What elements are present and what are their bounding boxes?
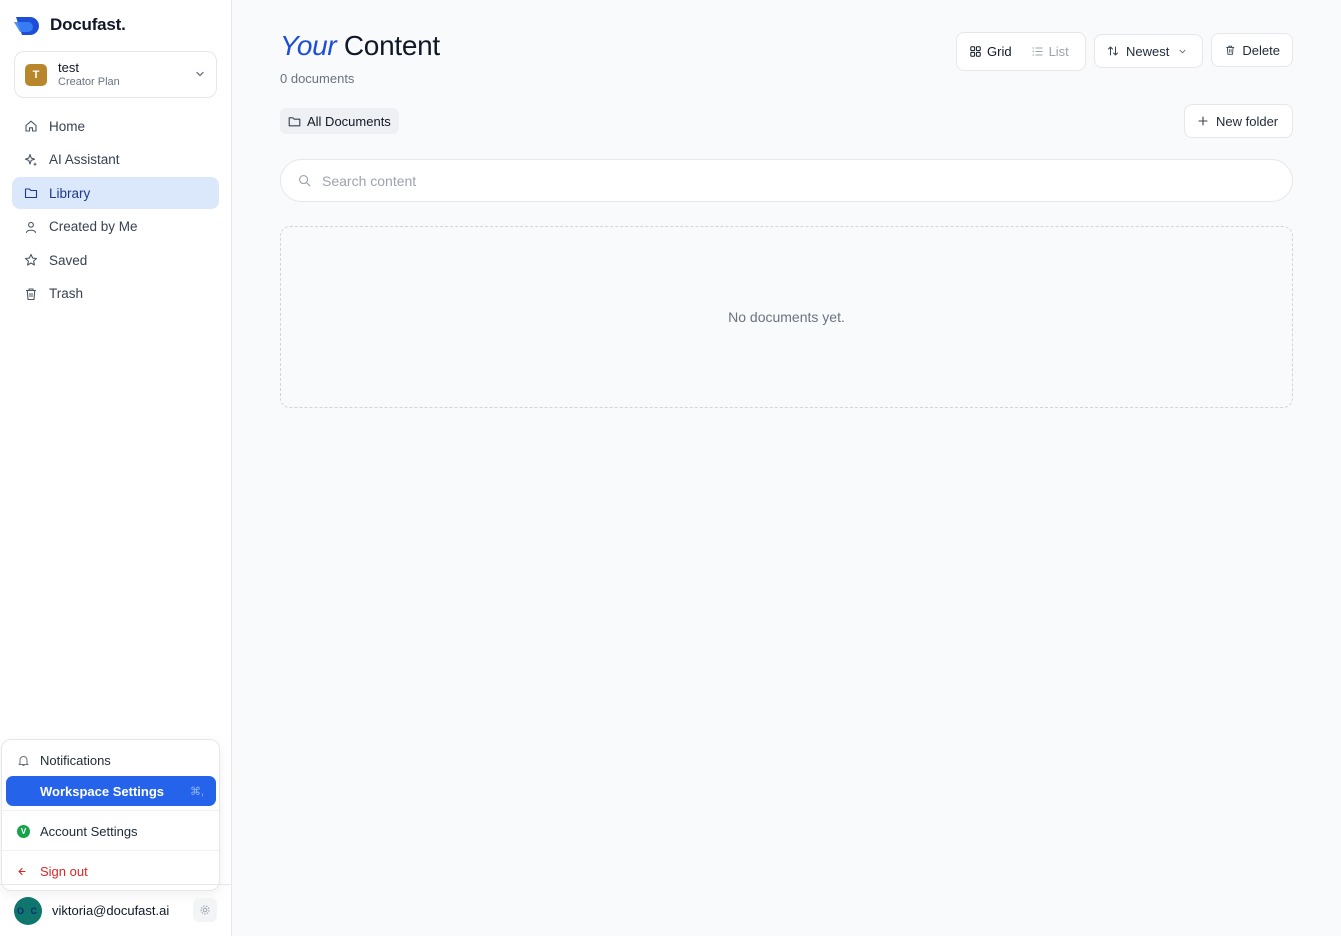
page-title: Your Content xyxy=(280,30,440,62)
sidebar-item-label: Created by Me xyxy=(49,219,138,235)
sidebar-item-home[interactable]: Home xyxy=(12,110,219,142)
sidebar-nav: Home AI Assistant Library Created by Me xyxy=(12,110,219,312)
gear-icon xyxy=(200,905,210,915)
avatar: O C xyxy=(14,896,42,925)
user-menu-popup: Notifications Workspace Settings ⌘, V Ac… xyxy=(1,739,220,891)
menu-item-workspace-settings[interactable]: Workspace Settings ⌘, xyxy=(6,776,216,806)
workspace-name: test xyxy=(58,59,79,75)
menu-item-sign-out[interactable]: Sign out xyxy=(6,856,216,886)
grid-view-button[interactable]: Grid xyxy=(962,38,1020,65)
sidebar-item-created-by-me[interactable]: Created by Me xyxy=(12,211,219,243)
folder-icon xyxy=(24,188,38,199)
chevron-down-icon xyxy=(1179,49,1186,54)
menu-item-label: Workspace Settings xyxy=(40,783,165,799)
view-toggle: Grid List xyxy=(956,32,1086,71)
sort-label: Newest xyxy=(1126,43,1170,59)
sidebar-item-library[interactable]: Library xyxy=(12,177,219,210)
menu-divider xyxy=(2,850,219,851)
menu-item-label: Account Settings xyxy=(40,823,138,839)
search-input[interactable] xyxy=(322,172,1222,189)
folder-chip-label: All Documents xyxy=(307,113,391,129)
sidebar: Docufast. T test Creator Plan Home AI As… xyxy=(0,0,232,936)
empty-state: No documents yet. xyxy=(280,226,1293,408)
sign-out-icon xyxy=(18,867,26,875)
search-bar xyxy=(280,159,1293,202)
workspace-avatar: T xyxy=(25,63,47,86)
docufast-logo-icon xyxy=(14,17,39,35)
list-view-label: List xyxy=(1048,44,1069,59)
workspace-switcher[interactable]: T test Creator Plan xyxy=(14,51,217,98)
home-icon xyxy=(25,120,37,132)
plus-icon xyxy=(1198,116,1208,126)
sidebar-item-label: Saved xyxy=(49,252,88,268)
trash-icon xyxy=(1226,45,1235,55)
keyboard-shortcut: ⌘, xyxy=(189,785,204,798)
bell-icon xyxy=(18,755,29,766)
menu-item-label: Sign out xyxy=(40,863,88,879)
list-view-button[interactable]: List xyxy=(1024,38,1077,65)
trash-icon xyxy=(26,288,36,301)
menu-divider xyxy=(2,810,219,811)
search-icon xyxy=(299,175,311,187)
list-icon xyxy=(1032,47,1043,56)
sort-dropdown[interactable]: Newest xyxy=(1094,34,1203,68)
star-icon xyxy=(24,254,38,266)
sidebar-item-label: Home xyxy=(49,118,86,134)
sparkles-icon xyxy=(24,153,37,166)
sidebar-item-trash[interactable]: Trash xyxy=(12,278,219,310)
user-settings-button[interactable] xyxy=(193,898,217,922)
brand[interactable]: Docufast. xyxy=(14,14,126,36)
document-count: 0 documents xyxy=(280,71,355,86)
new-folder-label: New folder xyxy=(1216,113,1279,129)
user-email: viktoria@docufast.ai xyxy=(52,903,170,918)
user-icon xyxy=(25,221,37,233)
chevron-down-icon xyxy=(196,71,204,77)
menu-item-label: Notifications xyxy=(40,752,111,768)
sidebar-item-label: AI Assistant xyxy=(49,152,120,168)
folder-chip-all-documents[interactable]: All Documents xyxy=(280,108,399,134)
delete-button[interactable]: Delete xyxy=(1211,33,1293,67)
brand-name: Docufast. xyxy=(50,15,126,34)
menu-item-account-settings[interactable]: V Account Settings xyxy=(6,816,216,846)
workspace-plan: Creator Plan xyxy=(58,75,120,88)
sidebar-item-label: Trash xyxy=(49,286,84,302)
empty-state-text: No documents yet. xyxy=(728,309,845,325)
sort-arrows-icon xyxy=(1108,46,1118,56)
sidebar-item-ai-assistant[interactable]: AI Assistant xyxy=(12,144,219,176)
page-title-emphasis: Your xyxy=(280,30,337,61)
account-avatar: V xyxy=(17,824,30,838)
grid-icon xyxy=(970,46,981,57)
menu-item-notifications[interactable]: Notifications xyxy=(6,745,216,775)
delete-label: Delete xyxy=(1242,42,1280,58)
user-profile-row[interactable]: O C viktoria@docufast.ai xyxy=(0,884,232,936)
sidebar-item-label: Library xyxy=(49,185,91,201)
settings-icon xyxy=(21,788,26,794)
page-title-text: Content xyxy=(343,30,440,61)
grid-view-label: Grid xyxy=(987,44,1012,59)
folder-icon xyxy=(288,116,301,126)
sidebar-item-saved[interactable]: Saved xyxy=(12,244,219,276)
new-folder-button[interactable]: New folder xyxy=(1184,104,1293,138)
